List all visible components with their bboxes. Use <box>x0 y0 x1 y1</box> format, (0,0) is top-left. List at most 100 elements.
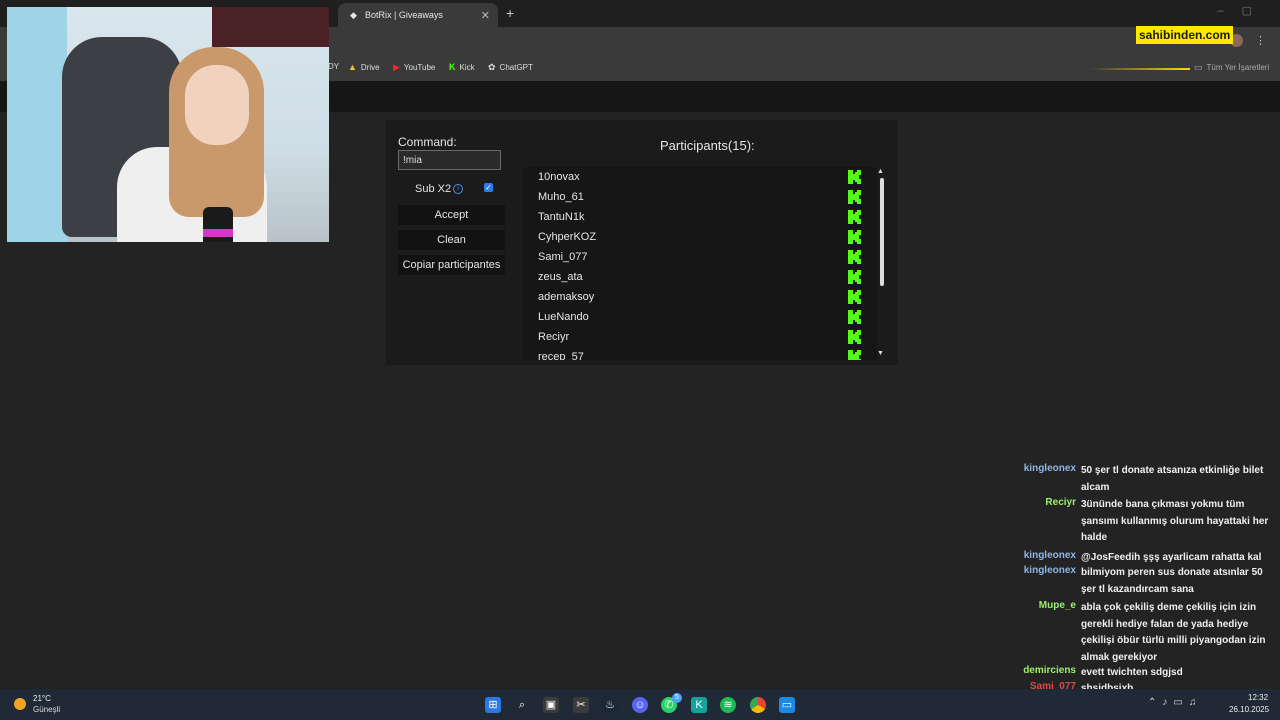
chat-message-text: abla çok çekiliş deme çekiliş için izin … <box>1081 602 1266 663</box>
participant-row[interactable]: LueNando <box>523 307 863 327</box>
info-icon[interactable]: i <box>453 184 463 194</box>
remote-desktop-icon[interactable]: ▭ <box>779 697 795 713</box>
copy-participants-button[interactable]: Copiar participantes <box>398 255 505 275</box>
kick-platform-icon <box>848 270 861 284</box>
youtube-icon: ▶ <box>393 62 400 72</box>
command-label: Command: <box>398 135 457 149</box>
chat-message-text: 3ününde bana çıkması yokmu tüm şansımı k… <box>1081 499 1269 543</box>
sahibinden-overlay-logo: sahibinden.com <box>1136 26 1234 44</box>
chat-overlay: kingleonex 50 şer tl donate atsanıza etki… <box>1000 463 1280 720</box>
bookmark-label: YouTube <box>403 63 436 72</box>
participant-row[interactable]: ademaksoy <box>523 287 863 307</box>
participant-name: TantuN1k <box>538 211 585 223</box>
kick-platform-icon <box>848 330 861 344</box>
bookmark-dy[interactable]: DY <box>328 62 339 71</box>
scrollbar-thumb[interactable] <box>880 178 884 286</box>
weather-temperature[interactable]: 21°C <box>33 694 51 703</box>
participant-row[interactable]: zeus_ata <box>523 267 863 287</box>
participant-row[interactable]: TantuN1k <box>523 207 863 227</box>
participant-row[interactable]: Reciyr <box>523 327 863 347</box>
bookmark-chatgpt[interactable]: ✿ ChatGPT <box>488 62 533 73</box>
volume-icon[interactable]: ♫ <box>1189 697 1203 708</box>
chat-message-text: evett twichten sdgjsd <box>1081 667 1183 678</box>
chat-username[interactable]: Reciyr <box>1045 497 1076 508</box>
kick-platform-icon <box>848 210 861 224</box>
chat-message-text: 50 şer tl donate atsanıza etkinliğe bile… <box>1081 465 1264 493</box>
all-bookmarks[interactable]: ▭ Tüm Yer İşaretleri <box>1194 62 1269 73</box>
whatsapp-badge: 5 <box>672 693 682 703</box>
task-view-icon[interactable]: ▣ <box>543 697 559 713</box>
participant-name: Muho_61 <box>538 191 584 203</box>
bookmark-label: Drive <box>360 62 380 72</box>
kick-platform-icon <box>848 230 861 244</box>
spotify-icon[interactable]: ≋ <box>720 697 736 713</box>
new-tab-button[interactable]: + <box>506 5 514 21</box>
kick-icon: K <box>449 62 456 72</box>
chat-username[interactable]: kingleonex <box>1024 550 1076 561</box>
participant-row[interactable]: CyhperKOZ <box>523 227 863 247</box>
bookmark-youtube[interactable]: ▶ YouTube <box>393 62 435 73</box>
accept-button[interactable]: Accept <box>398 205 505 225</box>
participant-row[interactable]: Sami_077 <box>523 247 863 267</box>
bookmark-kick[interactable]: K Kick <box>449 62 475 72</box>
giveaway-panel: Command: Sub X2 i ✓ Accept Clean Copiar … <box>386 120 898 365</box>
webcam-person-face <box>185 65 249 145</box>
folder-icon: ▭ <box>1194 62 1203 72</box>
participant-name: ademaksoy <box>538 291 595 303</box>
discord-icon[interactable]: ☺ <box>632 697 648 713</box>
bookmark-label: Kick <box>459 62 475 72</box>
tab-botrix-giveaways[interactable]: ◆ BotRix | Giveaways ✕ <box>338 3 498 27</box>
system-tray[interactable]: ⌃♪▭♫ <box>1148 697 1202 708</box>
kick-app-icon[interactable]: K <box>691 697 707 713</box>
clock-date[interactable]: 26.10.2025 <box>1229 705 1269 714</box>
clean-button[interactable]: Clean <box>398 230 505 250</box>
webcam-wall-light <box>7 7 67 242</box>
bookmark-drive[interactable]: ▲ Drive <box>348 62 380 72</box>
participant-row[interactable]: Muho_61 <box>523 187 863 207</box>
chat-username[interactable]: demirciens <box>1023 665 1076 676</box>
weather-description[interactable]: Güneşli <box>33 705 60 714</box>
chat-username[interactable]: kingleonex <box>1024 463 1076 474</box>
chat-message-text: bilmiyom peren sus donate atsınlar 50 şe… <box>1081 567 1263 595</box>
webcam-microphone-light <box>203 229 233 237</box>
search-icon[interactable]: ⌕ <box>514 697 530 713</box>
kick-platform-icon <box>848 170 861 184</box>
command-input[interactable] <box>398 150 501 170</box>
scroll-up-arrow-icon[interactable]: ▲ <box>877 168 884 175</box>
menu-icon[interactable]: ⋮ <box>1255 34 1266 47</box>
chat-username[interactable]: Mupe_e <box>1039 600 1076 611</box>
participant-name: LueNando <box>538 311 589 323</box>
sub-x2-label: Sub X2 <box>415 183 452 195</box>
all-bookmarks-label: Tüm Yer İşaretleri <box>1206 63 1270 72</box>
webcam-shelf <box>212 7 329 47</box>
chrome-icon[interactable] <box>750 697 766 713</box>
network-icon[interactable]: ▭ <box>1173 697 1188 708</box>
close-tab-icon[interactable]: ✕ <box>481 9 490 22</box>
participant-name: Reciyr <box>538 331 570 343</box>
bookmark-label: ChatGPT <box>499 63 533 72</box>
scroll-down-arrow-icon[interactable]: ▼ <box>877 350 884 357</box>
participant-row[interactable]: 10novax <box>523 167 863 187</box>
participants-title: Participants(15): <box>660 138 755 153</box>
microphone-icon[interactable]: ♪ <box>1162 697 1173 708</box>
botrix-favicon-icon: ◆ <box>350 9 357 20</box>
sun-icon[interactable] <box>14 698 26 710</box>
sub-x2-option: Sub X2 i ✓ <box>398 182 505 198</box>
windows-taskbar: 21°C Güneşli ⊞ ⌕ ▣ ✂ ♨ ☺ ✆ 5 K ≋ ▭ ⌃♪▭♫ … <box>0 689 1280 720</box>
chevron-up-icon[interactable]: ⌃ <box>1148 697 1162 708</box>
participant-name: 10novax <box>538 171 580 183</box>
bookmark-label: DY <box>328 62 340 71</box>
participant-name: CyhperKOZ <box>538 231 597 243</box>
clock-time[interactable]: 12:32 <box>1248 693 1268 702</box>
capcut-icon[interactable]: ✂ <box>573 697 589 713</box>
window-controls[interactable]: –▢ <box>1217 4 1270 17</box>
participants-list[interactable]: 10novax Muho_61 TantuN1k CyhperKOZ Sami_077 z… <box>523 167 877 360</box>
sub-x2-checkbox[interactable]: ✓ <box>484 183 493 192</box>
participant-row[interactable]: recep_57 <box>523 347 863 360</box>
chat-username[interactable]: kingleonex <box>1024 565 1076 576</box>
windows-start-icon[interactable]: ⊞ <box>485 697 501 713</box>
tab-title: BotRix | Giveaways <box>365 10 443 20</box>
kick-platform-icon <box>848 190 861 204</box>
steam-icon[interactable]: ♨ <box>602 697 618 713</box>
kick-platform-icon <box>848 350 861 360</box>
